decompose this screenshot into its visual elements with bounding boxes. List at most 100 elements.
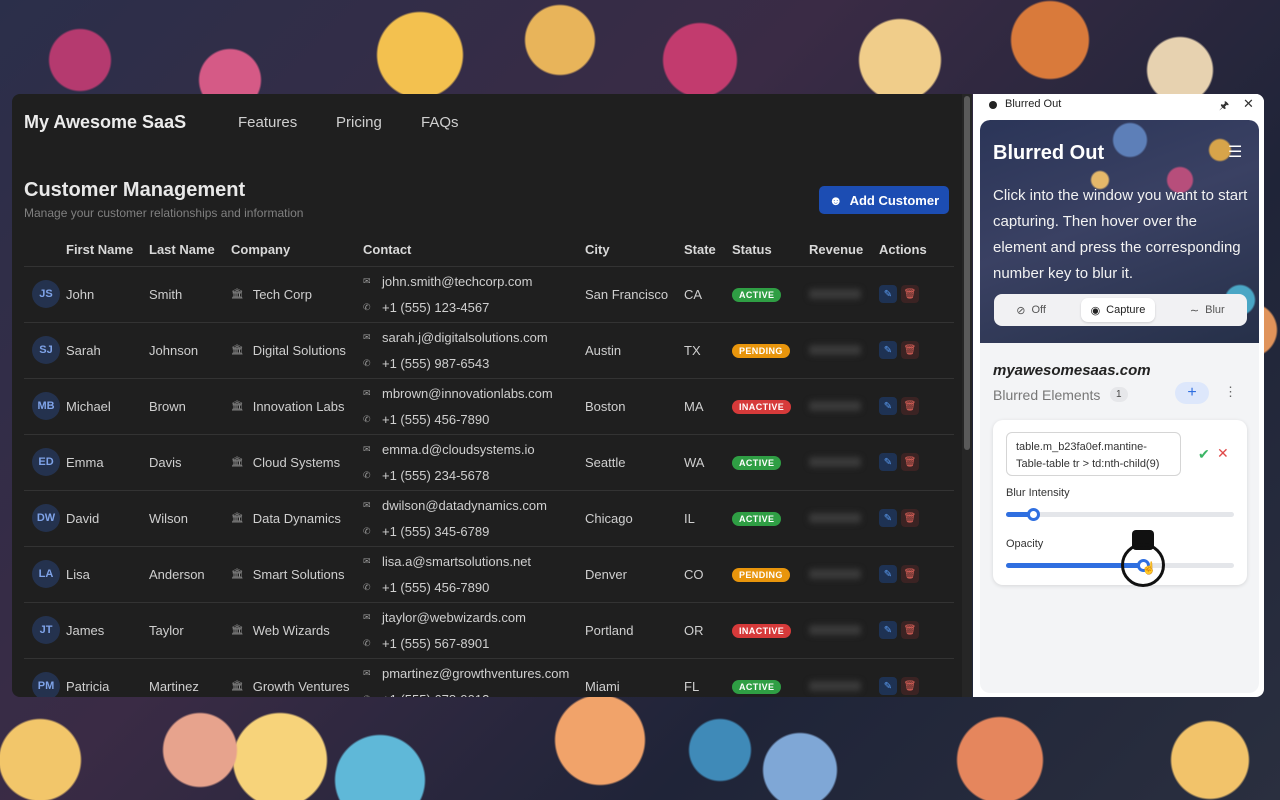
- last-name-cell: Wilson: [149, 490, 231, 547]
- blur-intensity-slider[interactable]: [1006, 508, 1234, 521]
- mode-switch: ⊘ Off ◉ Capture ∼ Blur: [994, 294, 1247, 326]
- phone-icon: ✆: [363, 694, 373, 698]
- status-cell: PENDING: [732, 546, 809, 603]
- delete-icon[interactable]: 🗑: [901, 565, 919, 584]
- col-state[interactable]: State: [684, 234, 732, 267]
- phone-text[interactable]: +1 (555) 456-7890: [382, 412, 489, 427]
- col-company[interactable]: Company: [231, 234, 363, 267]
- scrollbar[interactable]: [962, 94, 972, 697]
- first-name-cell: Patricia: [66, 658, 149, 697]
- table-row[interactable]: JT James Taylor 🏛 Web Wizards ✉ jtaylor@we…: [24, 602, 954, 659]
- phone-text[interactable]: +1 (555) 456-7890: [382, 580, 489, 595]
- nav-pricing[interactable]: Pricing: [336, 114, 382, 131]
- col-revenue[interactable]: Revenue: [809, 234, 879, 267]
- email-text[interactable]: john.smith@techcorp.com: [382, 274, 532, 289]
- avatar-cell: DW: [24, 490, 66, 547]
- first-name-cell: James: [66, 602, 149, 659]
- nav-faqs[interactable]: FAQs: [421, 114, 459, 131]
- email-text[interactable]: pmartinez@growthventures.com: [382, 666, 569, 681]
- email-text[interactable]: sarah.j@digitalsolutions.com: [382, 330, 548, 345]
- table-row[interactable]: SJ Sarah Johnson 🏛 Digital Solutions ✉ sar…: [24, 322, 954, 379]
- edit-icon[interactable]: ✎: [879, 565, 897, 584]
- phone-icon: ✆: [363, 413, 371, 424]
- col-contact[interactable]: Contact: [363, 234, 585, 267]
- company-name: Innovation Labs: [252, 398, 345, 414]
- last-name-cell: Johnson: [149, 322, 231, 379]
- add-user-icon: ☻: [828, 192, 843, 208]
- mode-capture-label: Capture: [1106, 304, 1146, 316]
- blur-slider-thumb[interactable]: [1027, 508, 1041, 521]
- more-options-icon[interactable]: ⋮: [1224, 384, 1237, 400]
- table-row[interactable]: DW David Wilson 🏛 Data Dynamics ✉ dwilson@…: [24, 490, 954, 547]
- phone-text[interactable]: +1 (555) 123-4567: [382, 300, 489, 315]
- status-badge: PENDING: [732, 568, 790, 582]
- col-status[interactable]: Status: [732, 234, 809, 267]
- hamburger-menu-icon[interactable]: ☰: [1228, 142, 1242, 162]
- add-element-button[interactable]: +: [1175, 382, 1209, 404]
- phone-text[interactable]: +1 (555) 567-8901: [382, 636, 489, 651]
- close-icon[interactable]: ✕: [1243, 96, 1254, 112]
- table-row[interactable]: LA Lisa Anderson 🏛 Smart Solutions ✉ lisa.…: [24, 546, 954, 603]
- city-cell: Seattle: [585, 434, 684, 491]
- status-badge: PENDING: [732, 344, 790, 358]
- selector-input[interactable]: table.m_b23fa0ef.mantine-Table-table tr …: [1006, 432, 1181, 476]
- domain-name: myawesomesaas.com: [993, 362, 1151, 379]
- edit-icon[interactable]: ✎: [879, 285, 897, 304]
- revenue-cell: [809, 658, 879, 697]
- nav-features[interactable]: Features: [238, 114, 297, 131]
- opacity-slider[interactable]: ☝: [1006, 530, 1234, 587]
- delete-icon[interactable]: 🗑: [901, 285, 919, 304]
- edit-icon[interactable]: ✎: [879, 621, 897, 640]
- contact-cell: ✉ pmartinez@growthventures.com ✆ +1 (555) …: [363, 658, 585, 697]
- email-text[interactable]: lisa.a@smartsolutions.net: [382, 554, 531, 569]
- confirm-check-icon[interactable]: ✔: [1198, 446, 1210, 463]
- delete-icon[interactable]: 🗑: [901, 397, 919, 416]
- delete-icon[interactable]: 🗑: [901, 509, 919, 528]
- cancel-x-icon[interactable]: ✕: [1217, 445, 1229, 462]
- company-name: Cloud Systems: [252, 454, 341, 470]
- phone-text[interactable]: +1 (555) 234-5678: [382, 468, 489, 483]
- col-first-name[interactable]: First Name: [66, 234, 149, 267]
- phone-text[interactable]: +1 (555) 345-6789: [382, 524, 489, 539]
- avatar: JS: [32, 280, 60, 308]
- last-name-cell: Taylor: [149, 602, 231, 659]
- email-text[interactable]: mbrown@innovationlabs.com: [382, 386, 553, 401]
- table-row[interactable]: ED Emma Davis 🏛 Cloud Systems ✉ emma.d@clo…: [24, 434, 954, 491]
- edit-icon[interactable]: ✎: [879, 341, 897, 360]
- scroll-thumb[interactable]: [964, 96, 970, 450]
- delete-icon[interactable]: 🗑: [901, 453, 919, 472]
- mail-icon: ✉: [363, 275, 371, 286]
- col-city[interactable]: City: [585, 234, 684, 267]
- building-icon: 🏛: [231, 568, 244, 580]
- email-text[interactable]: jtaylor@webwizards.com: [382, 610, 526, 625]
- table-row[interactable]: JS John Smith 🏛 Tech Corp ✉ john.smith@tec…: [24, 266, 954, 323]
- table-row[interactable]: PM Patricia Martinez 🏛 Growth Ventures ✉ p…: [24, 658, 954, 697]
- table-row[interactable]: MB Michael Brown 🏛 Innovation Labs ✉ mbrow…: [24, 378, 954, 435]
- edit-icon[interactable]: ✎: [879, 677, 897, 696]
- email-text[interactable]: emma.d@cloudsystems.io: [382, 442, 535, 457]
- mode-capture[interactable]: ◉ Capture: [1080, 298, 1156, 322]
- add-customer-button[interactable]: ☻ Add Customer: [819, 186, 949, 214]
- revenue-cell: [809, 602, 879, 659]
- mode-blur[interactable]: ∼ Blur: [1180, 298, 1235, 322]
- phone-text[interactable]: +1 (555) 678-9012: [382, 692, 489, 698]
- extension-window: Blurred Out 🖈 ✕ Blurred Out ☰ Click into…: [973, 94, 1264, 697]
- edit-icon[interactable]: ✎: [879, 509, 897, 528]
- email-text[interactable]: dwilson@datadynamics.com: [382, 498, 547, 513]
- delete-icon[interactable]: 🗑: [901, 677, 919, 696]
- city-cell: Denver: [585, 546, 684, 603]
- mode-blur-label: Blur: [1205, 304, 1225, 316]
- edit-icon[interactable]: ✎: [879, 453, 897, 472]
- edit-icon[interactable]: ✎: [879, 397, 897, 416]
- phone-text[interactable]: +1 (555) 987-6543: [382, 356, 489, 371]
- delete-icon[interactable]: 🗑: [901, 621, 919, 640]
- phone-icon: ✆: [363, 581, 371, 592]
- mode-off[interactable]: ⊘ Off: [1006, 298, 1056, 322]
- col-last-name[interactable]: Last Name: [149, 234, 231, 267]
- delete-icon[interactable]: 🗑: [901, 341, 919, 360]
- revenue-cell: [809, 266, 879, 323]
- contact-cell: ✉ sarah.j@digitalsolutions.com ✆ +1 (555) …: [363, 322, 585, 379]
- brand-logo[interactable]: My Awesome SaaS: [24, 112, 186, 133]
- pin-icon[interactable]: 🖈: [1219, 97, 1229, 116]
- building-icon: 🏛: [231, 512, 244, 524]
